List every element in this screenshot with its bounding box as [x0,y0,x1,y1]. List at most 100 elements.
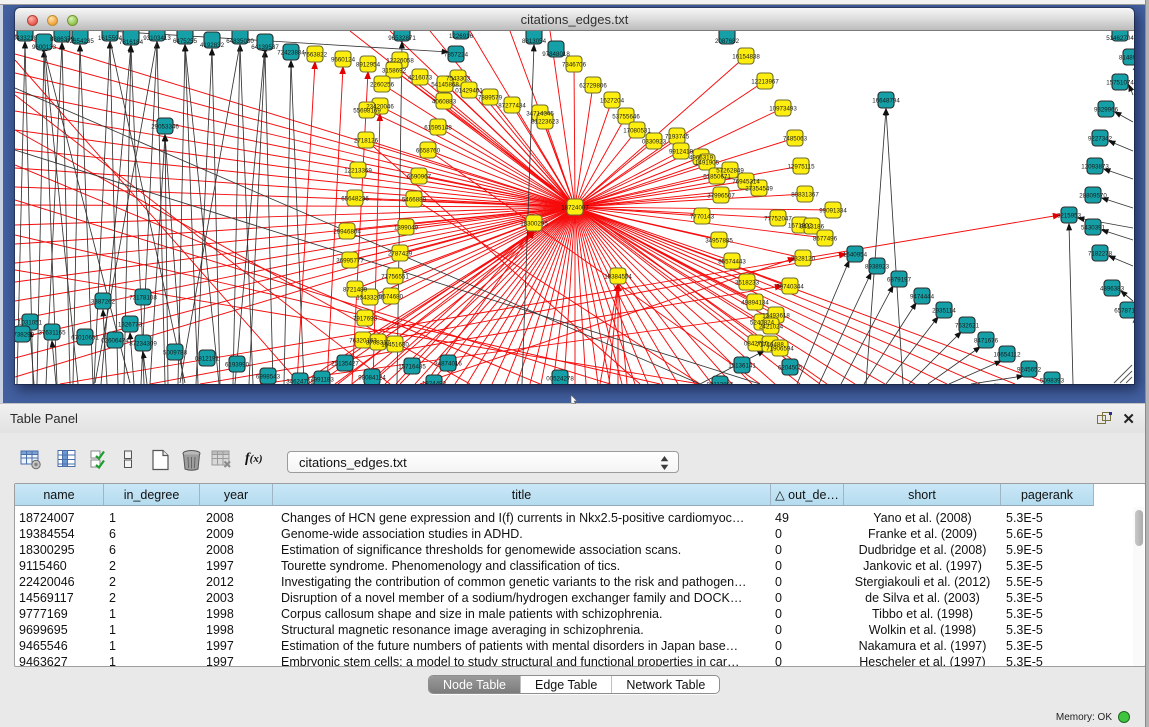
svg-text:96532871: 96532871 [388,35,416,42]
svg-text:8148932: 8148932 [1119,54,1134,61]
svg-text:29053346: 29053346 [151,123,179,130]
svg-text:65787133: 65787133 [1114,307,1134,314]
svg-text:18724007: 18724007 [561,204,589,211]
svg-text:51462704: 51462704 [1106,35,1134,42]
svg-text:1640954: 1640954 [843,251,868,258]
svg-text:57262849: 57262849 [716,167,744,174]
svg-text:71906594: 71906594 [766,345,794,352]
svg-text:5466889: 5466889 [402,196,427,203]
svg-text:34874016: 34874016 [434,360,462,367]
svg-text:7991183: 7991183 [310,376,334,383]
svg-text:36995777: 36995777 [336,257,364,264]
svg-text:15716485: 15716485 [398,363,426,370]
svg-text:77752047: 77752047 [764,215,792,222]
svg-text:9245652: 9245652 [1017,366,1042,373]
svg-text:8938923: 8938923 [865,263,890,270]
svg-text:2260256: 2260256 [370,81,395,88]
svg-text:1627204: 1627204 [600,97,625,104]
svg-text:7182278: 7182278 [1088,250,1113,257]
svg-text:12226058: 12226058 [386,57,414,64]
svg-text:55698169: 55698169 [353,107,381,114]
svg-text:00524278: 00524278 [546,375,574,382]
svg-text:99091334: 99091334 [819,207,847,214]
svg-text:65648236: 65648236 [341,195,369,202]
svg-text:6879197: 6879197 [887,276,912,283]
svg-text:7857224: 7857224 [444,51,469,58]
svg-text:2718126: 2718126 [354,137,379,144]
svg-text:7889579: 7889579 [478,94,503,101]
svg-text:3518233: 3518233 [735,279,760,286]
svg-text:17080531: 17080531 [623,127,651,134]
svg-text:4192832: 4192832 [200,42,225,49]
svg-text:3215953: 3215953 [1057,212,1082,219]
svg-text:61595148: 61595148 [424,124,452,131]
svg-text:6475255: 6475255 [173,38,198,45]
svg-text:8813054: 8813054 [522,38,547,45]
svg-text:7632621: 7632621 [955,322,980,329]
svg-text:1326773: 1326773 [118,321,143,328]
svg-text:0433218: 0433218 [15,35,38,42]
svg-text:9600133: 9600133 [32,44,57,51]
svg-text:37631165: 37631165 [38,329,66,336]
svg-text:34957885: 34957885 [705,237,733,244]
svg-text:15751074: 15751074 [1106,79,1134,86]
svg-text:5674680: 5674680 [379,293,404,300]
svg-text:16648794: 16648794 [872,97,900,104]
svg-text:34714345: 34714345 [526,110,554,117]
svg-text:2787429: 2787429 [388,250,413,257]
svg-text:02654235: 02654235 [66,38,94,45]
svg-text:67010651: 67010651 [71,334,99,341]
svg-text:7346706: 7346706 [562,61,587,68]
svg-text:28809570: 28809570 [1079,192,1107,199]
svg-text:16154838: 16154838 [732,53,760,60]
svg-text:12093873: 12093873 [1081,163,1109,170]
svg-text:98084124: 98084124 [358,374,386,381]
svg-text:9660124: 9660124 [331,56,356,63]
svg-text:87277434: 87277434 [498,102,526,109]
svg-text:80831367: 80831367 [791,191,819,198]
svg-text:12213967: 12213967 [751,78,779,85]
svg-text:0812191: 0812191 [195,355,220,362]
svg-text:12975115: 12975115 [787,163,815,170]
svg-text:1399049: 1399049 [394,224,419,231]
svg-text:1491905: 1491905 [695,159,720,166]
svg-text:12213369: 12213369 [344,167,372,174]
svg-text:81223623: 81223623 [531,118,559,125]
svg-text:64835030: 64835030 [226,38,254,45]
svg-text:7770143: 7770143 [690,213,715,220]
svg-text:4738299: 4738299 [15,331,35,338]
svg-text:76945314: 76945314 [732,178,760,185]
svg-text:7193745: 7193745 [665,133,690,140]
svg-text:37996507: 37996507 [707,192,735,199]
svg-text:8721489: 8721489 [343,286,368,293]
svg-text:1824493: 1824493 [422,380,447,384]
svg-text:10654112: 10654112 [993,351,1021,358]
svg-text:01429401: 01429401 [455,87,483,94]
svg-text:80112805: 80112805 [706,381,734,384]
svg-text:3387262: 3387262 [91,298,116,305]
svg-text:5430391: 5430391 [1081,224,1106,231]
svg-text:8912954: 8912954 [356,61,381,68]
svg-text:19384554: 19384554 [604,273,632,280]
svg-text:87234309: 87234309 [129,340,157,347]
svg-text:79740344: 79740344 [776,283,804,290]
svg-text:7816184: 7816184 [119,39,144,46]
svg-text:4216073: 4216073 [408,74,433,81]
svg-text:7663822: 7663822 [303,51,328,58]
svg-text:2328120: 2328120 [791,255,816,262]
svg-text:8471676: 8471676 [974,337,999,344]
svg-text:64139537: 64139537 [251,44,279,51]
svg-text:9474444: 9474444 [910,293,935,300]
svg-text:25135427: 25135427 [331,360,359,367]
svg-text:5009788: 5009788 [163,349,188,356]
svg-text:4060883: 4060883 [432,98,457,105]
svg-text:10973493: 10973493 [769,105,797,112]
svg-text:7485063: 7485063 [783,135,808,142]
svg-text:2421024: 2421024 [759,323,784,330]
svg-text:0330923: 0330923 [642,138,667,145]
svg-text:1031051: 1031051 [18,319,43,326]
svg-text:29946804: 29946804 [333,228,361,235]
svg-text:6193990: 6193990 [225,361,250,368]
svg-text:62729806: 62729806 [579,82,607,89]
svg-text:2087682: 2087682 [715,38,740,45]
